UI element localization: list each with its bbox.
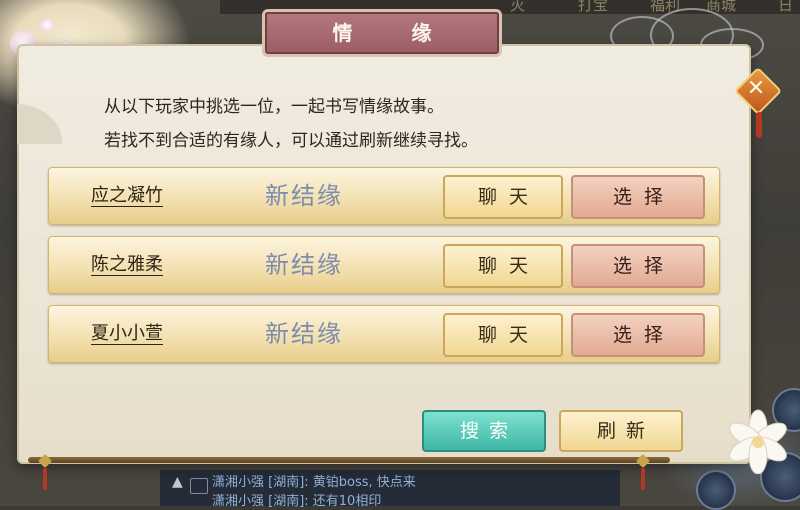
candidate-status: 新结缘 xyxy=(265,182,343,210)
dialog-title: 情 缘 xyxy=(332,21,458,45)
chat-message: 潇湘小强 [湖南]: 黄铂boss, 快点来 xyxy=(212,475,416,490)
search-button[interactable]: 搜索 xyxy=(422,410,546,452)
close-icon: ✕ xyxy=(746,76,766,101)
intro-line: 若找不到合适的有缘人，可以通过刷新继续寻找。 xyxy=(104,131,478,151)
top-menu-item[interactable]: 打宝 xyxy=(578,0,608,15)
select-button[interactable]: 选择 xyxy=(571,175,705,219)
chat-button[interactable]: 聊天 xyxy=(443,175,563,219)
intro-line: 从以下玩家中挑选一位，一起书写情缘故事。 xyxy=(104,97,444,117)
candidate-name[interactable]: 陈之雅柔 xyxy=(91,237,163,293)
select-button[interactable]: 选择 xyxy=(571,244,705,288)
blossom-icon xyxy=(40,18,54,32)
candidate-name[interactable]: 夏小小萱 xyxy=(91,306,163,362)
tassel-icon xyxy=(756,112,762,138)
candidate-status: 新结缘 xyxy=(265,251,343,279)
candidate-name[interactable]: 应之凝竹 xyxy=(91,168,163,224)
scroll-rail xyxy=(28,457,670,463)
chevron-up-icon[interactable]: ▲ xyxy=(172,474,183,490)
top-menu-item[interactable]: 日 xyxy=(778,0,793,15)
top-menu-item[interactable]: 灭 xyxy=(510,0,525,15)
select-button[interactable]: 选择 xyxy=(571,313,705,357)
candidate-row: 夏小小萱 新结缘 聊天 选择 xyxy=(48,305,720,363)
tassel-icon xyxy=(635,453,651,492)
tassel-icon xyxy=(37,453,53,492)
dialog-corner-decoration xyxy=(17,74,97,144)
lotus-icon xyxy=(729,409,787,474)
candidate-row: 陈之雅柔 新结缘 聊天 选择 xyxy=(48,236,720,294)
chat-button[interactable]: 聊天 xyxy=(443,244,563,288)
close-button[interactable]: ✕ xyxy=(733,66,783,116)
candidate-status: 新结缘 xyxy=(265,320,343,348)
dialog-title-bar: 情 缘 xyxy=(265,12,499,54)
chat-channel-icon xyxy=(190,478,208,494)
skill-orb-icon[interactable] xyxy=(696,470,736,510)
refresh-button[interactable]: 刷新 xyxy=(559,410,683,452)
chat-message: 潇湘小强 [湖南]: 还有10相印 xyxy=(212,494,382,509)
candidate-row: 应之凝竹 新结缘 聊天 选择 xyxy=(48,167,720,225)
chat-button[interactable]: 聊天 xyxy=(443,313,563,357)
